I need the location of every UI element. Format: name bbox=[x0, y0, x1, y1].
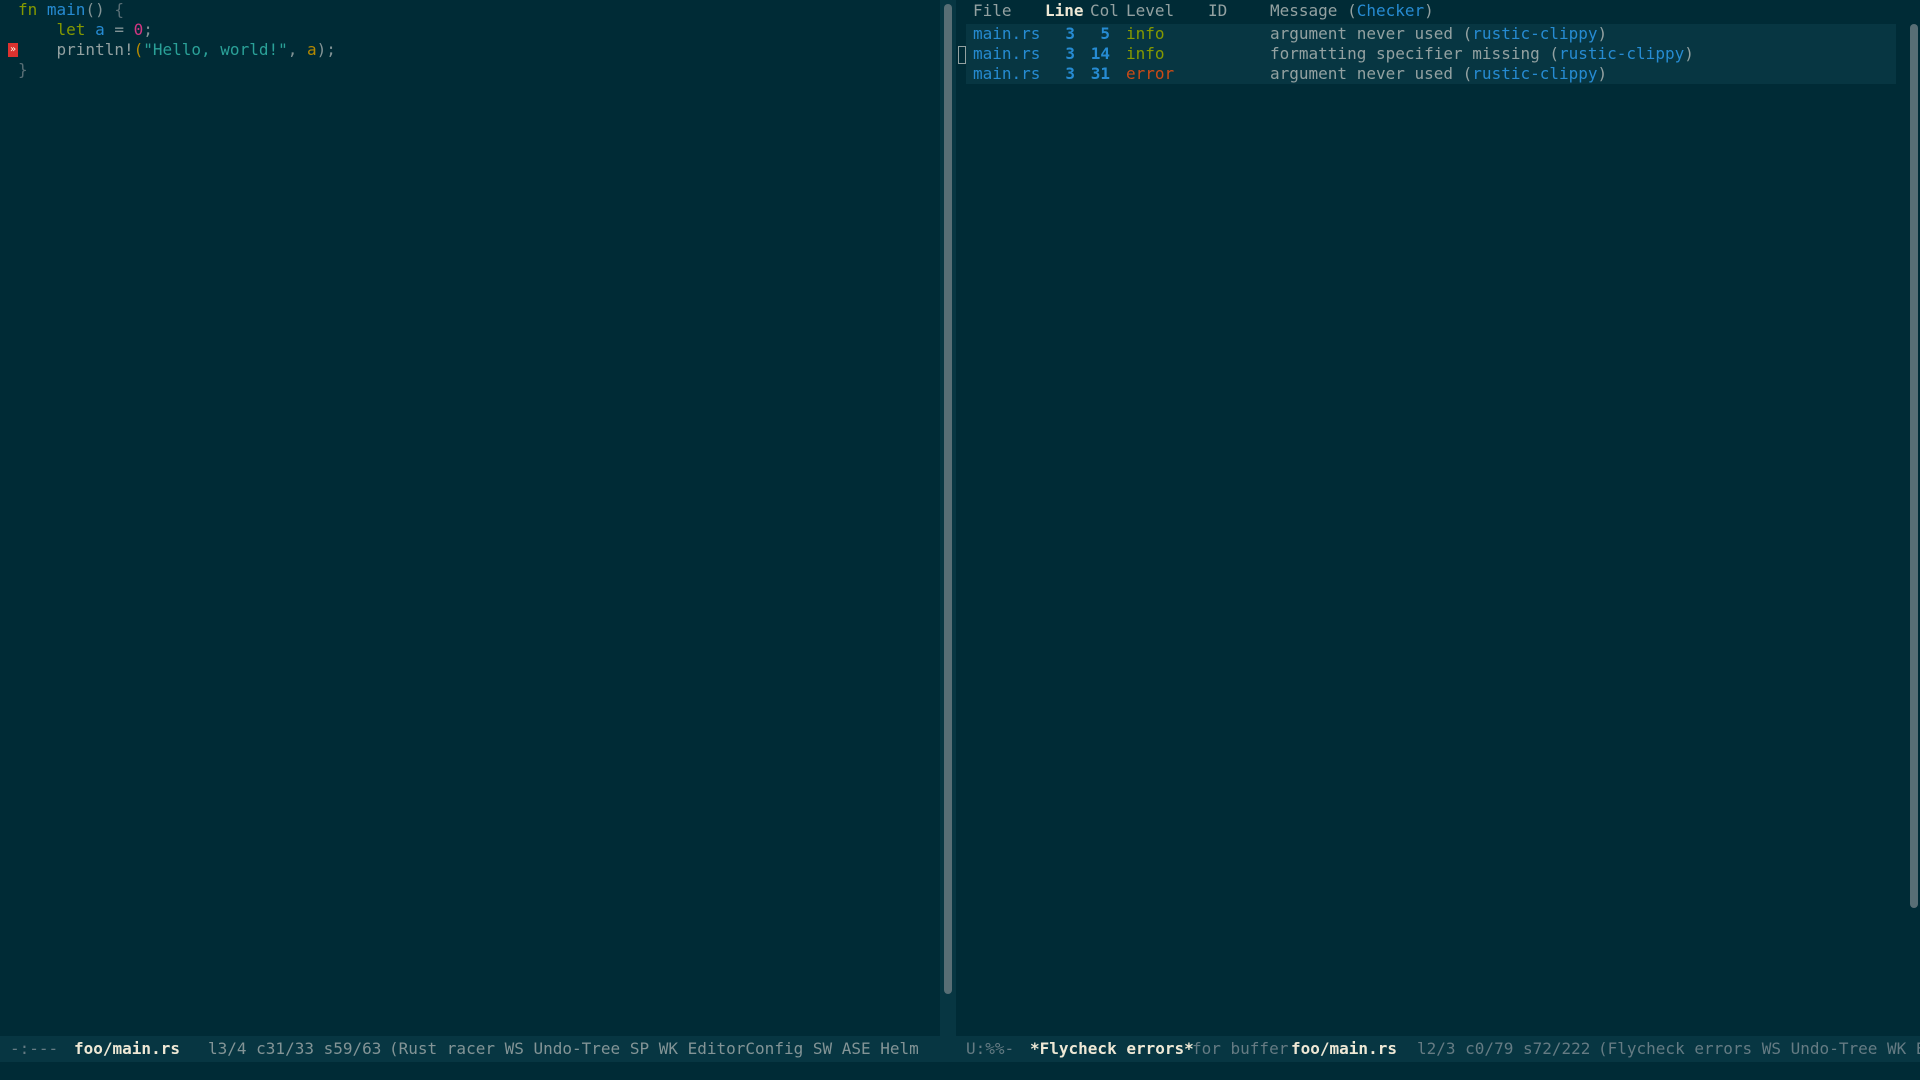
header-checker: Checker bbox=[1356, 1, 1425, 20]
code-token: { bbox=[114, 0, 124, 19]
error-level[interactable]: error bbox=[1126, 64, 1174, 84]
error-close-paren: ) bbox=[1597, 24, 1608, 43]
code-text: println!("Hello, world!", a); bbox=[18, 40, 336, 60]
code-token: fn bbox=[18, 0, 38, 19]
left-buffer-name[interactable]: foo/main.rs bbox=[74, 1036, 180, 1062]
error-message[interactable]: argument never used (rustic-clippy) bbox=[1270, 64, 1607, 84]
code-token: let bbox=[56, 20, 86, 39]
left-minor-modes[interactable]: (Rust racer WS Undo-Tree SP WK EditorCon… bbox=[389, 1036, 925, 1062]
code-token: = bbox=[104, 20, 134, 39]
error-checker-link[interactable]: rustic-clippy bbox=[1472, 64, 1597, 83]
header-file[interactable]: File bbox=[973, 0, 1012, 22]
right-for-buffer: for buffer bbox=[1192, 1039, 1289, 1058]
error-row[interactable]: main.rs 3 5 info argument never used (rustic… bbox=[966, 24, 1896, 44]
code-token: } bbox=[18, 60, 28, 79]
error-message-text: argument never used ( bbox=[1270, 24, 1473, 43]
code-token: () bbox=[85, 0, 115, 19]
error-message[interactable]: formatting specifier missing (rustic-cli… bbox=[1270, 44, 1694, 64]
code-text: } bbox=[18, 60, 28, 80]
error-fringe-marker[interactable]: » bbox=[8, 43, 18, 57]
header-message-label: Message ( bbox=[1270, 1, 1357, 20]
echo-area[interactable] bbox=[0, 1062, 1920, 1080]
errors-table: main.rs 3 5 info argument never used (rustic… bbox=[958, 24, 1896, 84]
error-checker-link[interactable]: rustic-clippy bbox=[1559, 44, 1684, 63]
code-token: ; bbox=[143, 20, 153, 39]
error-col-number[interactable]: 5 bbox=[1048, 24, 1110, 44]
text-cursor bbox=[958, 46, 966, 64]
right-scrollbar[interactable] bbox=[1910, 24, 1918, 908]
error-level[interactable]: info bbox=[1126, 44, 1165, 64]
error-level[interactable]: info bbox=[1126, 24, 1165, 44]
error-row[interactable]: main.rs 3 31 error argument never used (rust… bbox=[966, 64, 1896, 84]
editor-pane[interactable]: fn main() { let a = 0;» println!("Hello,… bbox=[0, 0, 940, 1036]
error-close-paren: ) bbox=[1684, 44, 1694, 63]
error-message[interactable]: argument never used (rustic-clippy) bbox=[1270, 24, 1607, 44]
right-status: U:%%- bbox=[966, 1039, 1015, 1058]
left-scrollbar[interactable] bbox=[944, 4, 952, 994]
left-status: -:--- bbox=[10, 1039, 59, 1058]
error-col-number[interactable]: 31 bbox=[1048, 64, 1110, 84]
code-token: a bbox=[307, 40, 317, 59]
error-message-text: formatting specifier missing ( bbox=[1270, 44, 1559, 63]
header-col[interactable]: Col bbox=[1090, 0, 1119, 22]
error-close-paren: ) bbox=[1597, 64, 1608, 83]
header-close-paren: ) bbox=[1424, 1, 1434, 20]
error-row[interactable]: main.rs 3 14 info formatting specifier missi… bbox=[958, 44, 1896, 64]
code-token: println! bbox=[56, 40, 134, 59]
right-position: l2/3 c0/79 s72/222 bbox=[1417, 1039, 1591, 1058]
right-minor-modes[interactable]: (Flycheck errors WS Undo-Tree WK Edi bbox=[1598, 1036, 1920, 1062]
code-text: fn main() { bbox=[18, 0, 124, 20]
code-token: main bbox=[46, 0, 86, 19]
code-token: a bbox=[95, 20, 105, 39]
mode-line: -:--- foo/main.rs l3/4 c31/33 s59/63 (Ru… bbox=[0, 1036, 1920, 1062]
code-text: let a = 0; bbox=[18, 20, 153, 40]
errors-table-header: File Line Col Level ID Message (Checker) bbox=[956, 0, 1902, 22]
code-token: ( bbox=[133, 40, 144, 59]
code-token: ); bbox=[316, 40, 336, 59]
error-message-text: argument never used ( bbox=[1270, 64, 1473, 83]
header-line[interactable]: Line bbox=[1045, 0, 1084, 22]
error-checker-link[interactable]: rustic-clippy bbox=[1472, 24, 1597, 43]
right-buffer-name[interactable]: *Flycheck errors* bbox=[1030, 1036, 1194, 1062]
flycheck-errors-pane[interactable]: File Line Col Level ID Message (Checker)… bbox=[956, 0, 1920, 1036]
error-col-number[interactable]: 14 bbox=[1048, 44, 1110, 64]
header-message[interactable]: Message (Checker) bbox=[1270, 0, 1434, 22]
window-divider[interactable] bbox=[940, 0, 956, 1036]
right-target-buffer[interactable]: foo/main.rs bbox=[1291, 1036, 1397, 1062]
header-level[interactable]: Level bbox=[1126, 0, 1174, 22]
header-id[interactable]: ID bbox=[1208, 0, 1227, 22]
code-token: , bbox=[287, 40, 307, 59]
code-token: 0 bbox=[133, 20, 144, 39]
left-position: l3/4 c31/33 s59/63 bbox=[208, 1039, 382, 1058]
code-token: "Hello, world!" bbox=[143, 40, 288, 59]
